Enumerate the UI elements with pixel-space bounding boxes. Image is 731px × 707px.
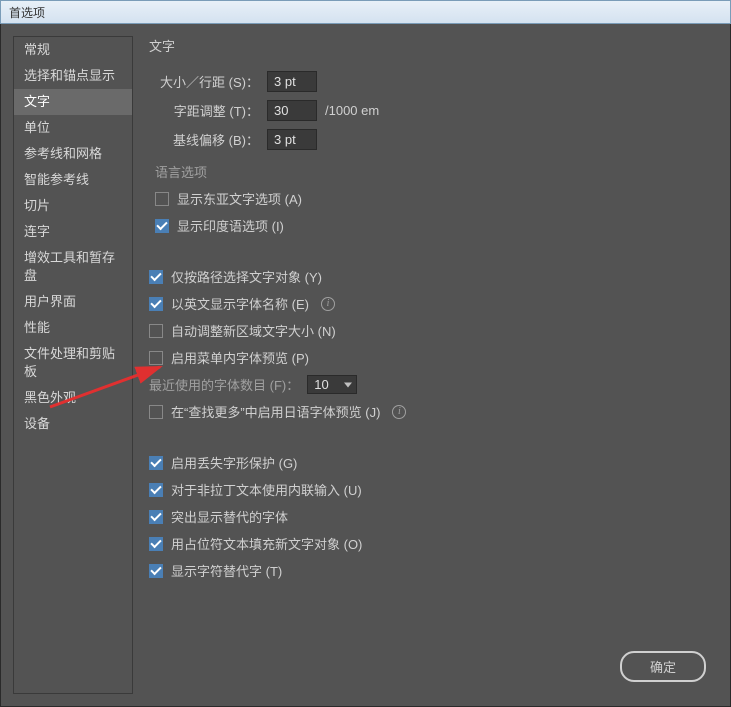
preferences-window: 首选项 常规 选择和锚点显示 文字 单位 参考线和网格 智能参考线 切片 连字 … <box>0 0 731 707</box>
auto-size-checkbox[interactable] <box>149 324 163 338</box>
sidebar-item-type[interactable]: 文字 <box>14 89 132 115</box>
menu-preview-label[interactable]: 启用菜单内字体预览 (P) <box>171 348 309 367</box>
ok-button[interactable]: 确定 <box>620 651 706 682</box>
language-group-label: 语言选项 <box>155 162 702 181</box>
auto-size-label[interactable]: 自动调整新区域文字大小 (N) <box>171 321 336 340</box>
baseline-label: 基线偏移 (B)： <box>149 130 259 149</box>
placeholder-fill-checkbox[interactable] <box>149 537 163 551</box>
tracking-label: 字距调整 (T)： <box>149 101 259 120</box>
sidebar-item-ui[interactable]: 用户界面 <box>14 289 132 315</box>
recent-fonts-select-wrap: 10 <box>307 375 357 394</box>
tracking-unit: /1000 em <box>325 103 379 118</box>
placeholder-fill-label[interactable]: 用占位符文本填充新文字对象 (O) <box>171 534 362 553</box>
section-title: 文字 <box>149 36 702 55</box>
jp-preview-label[interactable]: 在“查找更多”中启用日语字体预览 (J) <box>171 402 380 421</box>
east-asian-row: 显示东亚文字选项 (A) <box>155 189 702 208</box>
info-icon[interactable]: i <box>392 405 406 419</box>
sidebar-item-performance[interactable]: 性能 <box>14 315 132 341</box>
east-asian-checkbox[interactable] <box>155 192 169 206</box>
sidebar-item-guides[interactable]: 参考线和网格 <box>14 141 132 167</box>
sidebar-item-units[interactable]: 单位 <box>14 115 132 141</box>
english-font-row: 以英文显示字体名称 (E) i <box>149 294 702 313</box>
highlight-sub-label[interactable]: 突出显示替代的字体 <box>171 507 288 526</box>
path-only-checkbox[interactable] <box>149 270 163 284</box>
size-leading-row: 大小／行距 (S)： <box>149 71 702 92</box>
tracking-row: 字距调整 (T)： /1000 em <box>149 100 702 121</box>
recent-fonts-select[interactable]: 10 <box>307 375 357 394</box>
content-panel: 文字 大小／行距 (S)： 字距调整 (T)： /1000 em 基线偏移 (B… <box>133 36 718 694</box>
sidebar-item-file-clipboard[interactable]: 文件处理和剪贴板 <box>14 341 132 385</box>
show-alt-checkbox[interactable] <box>149 564 163 578</box>
titlebar: 首选项 <box>0 0 731 24</box>
placeholder-fill-row: 用占位符文本填充新文字对象 (O) <box>149 534 702 553</box>
jp-preview-row: 在“查找更多”中启用日语字体预览 (J) i <box>149 402 702 421</box>
sidebar-item-general[interactable]: 常规 <box>14 37 132 63</box>
missing-glyph-row: 启用丢失字形保护 (G) <box>149 453 702 472</box>
menu-preview-row: 启用菜单内字体预览 (P) <box>149 348 702 367</box>
show-alt-row: 显示字符替代字 (T) <box>149 561 702 580</box>
recent-fonts-row: 最近使用的字体数目 (F)： 10 <box>149 375 702 394</box>
show-alt-label[interactable]: 显示字符替代字 (T) <box>171 561 282 580</box>
sidebar: 常规 选择和锚点显示 文字 单位 参考线和网格 智能参考线 切片 连字 增效工具… <box>13 36 133 694</box>
menu-preview-checkbox[interactable] <box>149 351 163 365</box>
recent-fonts-label: 最近使用的字体数目 (F)： <box>149 375 299 394</box>
east-asian-label[interactable]: 显示东亚文字选项 (A) <box>177 189 302 208</box>
path-only-label[interactable]: 仅按路径选择文字对象 (Y) <box>171 267 322 286</box>
missing-glyph-label[interactable]: 启用丢失字形保护 (G) <box>171 453 297 472</box>
inline-input-row: 对于非拉丁文本使用内联输入 (U) <box>149 480 702 499</box>
dialog-body: 常规 选择和锚点显示 文字 单位 参考线和网格 智能参考线 切片 连字 增效工具… <box>0 24 731 707</box>
baseline-input[interactable] <box>267 129 317 150</box>
highlight-sub-checkbox[interactable] <box>149 510 163 524</box>
auto-size-row: 自动调整新区域文字大小 (N) <box>149 321 702 340</box>
missing-glyph-checkbox[interactable] <box>149 456 163 470</box>
jp-preview-checkbox[interactable] <box>149 405 163 419</box>
sidebar-item-slices[interactable]: 切片 <box>14 193 132 219</box>
highlight-sub-row: 突出显示替代的字体 <box>149 507 702 526</box>
indic-row: 显示印度语选项 (I) <box>155 216 702 235</box>
english-font-label[interactable]: 以英文显示字体名称 (E) <box>171 294 309 313</box>
path-only-row: 仅按路径选择文字对象 (Y) <box>149 267 702 286</box>
sidebar-item-selection[interactable]: 选择和锚点显示 <box>14 63 132 89</box>
sidebar-item-smart-guides[interactable]: 智能参考线 <box>14 167 132 193</box>
indic-checkbox[interactable] <box>155 219 169 233</box>
size-leading-input[interactable] <box>267 71 317 92</box>
inline-input-checkbox[interactable] <box>149 483 163 497</box>
sidebar-item-hyphenation[interactable]: 连字 <box>14 219 132 245</box>
indic-label[interactable]: 显示印度语选项 (I) <box>177 216 284 235</box>
baseline-row: 基线偏移 (B)： <box>149 129 702 150</box>
tracking-input[interactable] <box>267 100 317 121</box>
size-leading-label: 大小／行距 (S)： <box>149 72 259 91</box>
sidebar-item-black-appearance[interactable]: 黑色外观 <box>14 385 132 411</box>
inline-input-label[interactable]: 对于非拉丁文本使用内联输入 (U) <box>171 480 362 499</box>
english-font-checkbox[interactable] <box>149 297 163 311</box>
info-icon[interactable]: i <box>321 297 335 311</box>
sidebar-item-plugins[interactable]: 增效工具和暂存盘 <box>14 245 132 289</box>
sidebar-item-devices[interactable]: 设备 <box>14 411 132 437</box>
window-title: 首选项 <box>9 4 45 21</box>
